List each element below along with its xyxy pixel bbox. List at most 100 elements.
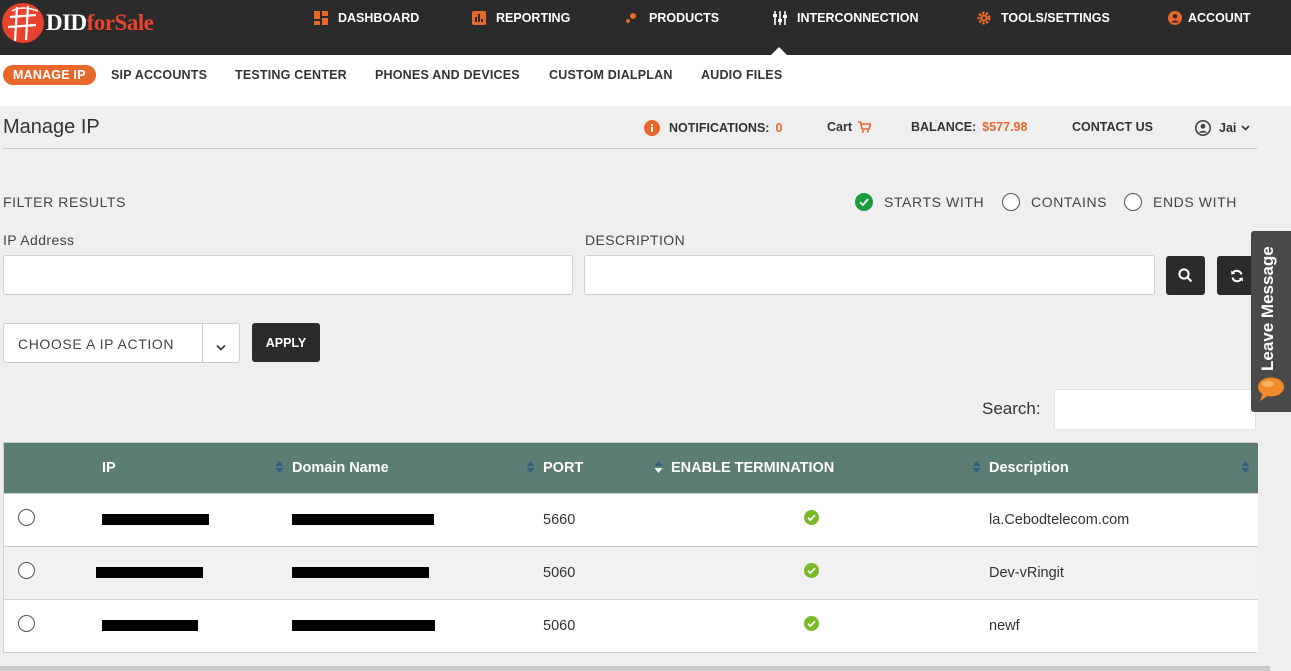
radio-ends-with[interactable]: ENDS WITH	[1124, 193, 1237, 211]
table-search-label: Search:	[982, 399, 1041, 418]
ip-address-label: IP Address	[3, 232, 75, 248]
nav-tools-settings-label: TOOLS/SETTINGS	[1001, 11, 1110, 25]
nav-tools-settings[interactable]: TOOLS/SETTINGS	[977, 10, 1110, 26]
description-input[interactable]	[584, 255, 1155, 295]
unchecked-radio-icon	[1002, 193, 1020, 211]
nav-account[interactable]: ACCOUNT	[1168, 10, 1251, 26]
nav-dashboard[interactable]: DASHBOARD	[314, 10, 419, 26]
domain-header-label: Domain Name	[292, 459, 389, 476]
radio-starts-with-label: STARTS WITH	[884, 194, 985, 210]
port-header-label: PORT	[543, 459, 584, 476]
description-cell: Dev-vRingit	[989, 564, 1064, 581]
nav-interconnection[interactable]: INTERCONNECTION	[773, 10, 919, 26]
row-select-radio[interactable]	[18, 615, 35, 633]
table-row: 5060 Dev-vRingit	[4, 546, 1258, 599]
redacted-ip[interactable]	[102, 513, 209, 525]
page-title: Manage IP	[3, 116, 100, 138]
port-cell: 5660	[543, 511, 576, 528]
radio-contains-label: CONTAINS	[1031, 194, 1108, 210]
row-select-radio[interactable]	[18, 562, 35, 579]
sort-icon	[275, 460, 284, 478]
subnav-testing-center[interactable]: TESTING CENTER	[235, 68, 347, 82]
sliders-icon	[773, 11, 787, 25]
chevron-down-icon	[1241, 125, 1250, 131]
subnav-sip-accounts[interactable]: SIP ACCOUNTS	[111, 68, 207, 82]
sort-icon	[526, 460, 535, 478]
leave-message-tab[interactable]: Leave Message	[1251, 231, 1291, 412]
redacted-ip[interactable]	[102, 619, 198, 631]
radio-contains[interactable]: CONTAINS	[1002, 193, 1107, 211]
description-cell: la.Cebodtelecom.com	[989, 511, 1130, 528]
description-label: DESCRIPTION	[585, 232, 686, 248]
redacted-domain	[292, 513, 434, 525]
nav-reporting[interactable]: REPORTING	[472, 10, 570, 26]
table-header-row: IP Domain Name PORT ENABLE TERMINATION D…	[4, 443, 1258, 493]
active-nav-indicator	[771, 47, 787, 55]
balance[interactable]: BALANCE: $577.98	[911, 120, 1027, 134]
brand-name: DIDforSale	[46, 10, 154, 36]
user-circle-icon	[1168, 11, 1182, 25]
balance-value: $577.98	[982, 120, 1028, 134]
brand-logo[interactable]: DIDforSale	[2, 3, 154, 43]
horizontal-scrollbar[interactable]	[0, 666, 1270, 671]
domain-column-header[interactable]: Domain Name	[292, 443, 543, 493]
radio-ends-with-label: ENDS WITH	[1153, 194, 1237, 210]
subnav-custom-dialplan[interactable]: CUSTOM DIALPLAN	[549, 68, 673, 82]
contact-us-link[interactable]: CONTACT US	[1072, 120, 1153, 134]
user-name: Jai	[1219, 121, 1237, 135]
sub-navbar: MANAGE IP SIP ACCOUNTS TESTING CENTER PH…	[0, 55, 1291, 106]
bar-chart-icon	[472, 11, 486, 25]
apply-button[interactable]: APPLY	[252, 323, 320, 362]
sort-icon	[654, 460, 663, 478]
ip-address-input[interactable]	[3, 255, 573, 295]
port-column-header[interactable]: PORT	[543, 443, 671, 493]
termination-column-header[interactable]: ENABLE TERMINATION	[671, 443, 989, 493]
cart-link[interactable]: Cart	[827, 120, 872, 134]
contact-us-label: CONTACT US	[1072, 120, 1154, 134]
table-row: 5660 la.Cebodtelecom.com	[4, 493, 1258, 546]
leave-message-label: Leave Message	[1258, 246, 1277, 371]
notifications-label: NOTIFICATIONS:	[669, 121, 770, 135]
ip-column-header[interactable]: IP	[102, 443, 292, 493]
filter-title: FILTER RESULTS	[3, 194, 127, 210]
nav-products[interactable]: PRODUCTS	[625, 10, 719, 26]
checked-radio-icon	[855, 193, 873, 211]
user-menu[interactable]: Jai	[1195, 120, 1250, 136]
ip-action-select[interactable]: CHOOSE A IP ACTION	[3, 323, 240, 363]
nav-account-label: ACCOUNT	[1188, 11, 1251, 25]
subnav-audio-files[interactable]: AUDIO FILES	[701, 68, 782, 82]
description-cell: newf	[989, 617, 1020, 634]
nav-dashboard-label: DASHBOARD	[338, 11, 420, 25]
products-icon	[625, 11, 639, 25]
redacted-domain	[292, 566, 429, 578]
brand-forsale: forSale	[86, 10, 154, 35]
chevron-down-icon	[216, 338, 226, 356]
description-header-label: Description	[989, 459, 1069, 476]
table-row: 5060 newf	[4, 599, 1258, 652]
select-divider	[202, 324, 203, 362]
termination-header-label: ENABLE TERMINATION	[671, 459, 835, 476]
table-search-input[interactable]	[1054, 389, 1256, 430]
nav-interconnection-label: INTERCONNECTION	[797, 11, 919, 25]
refresh-icon	[1230, 269, 1244, 283]
search-button[interactable]	[1166, 256, 1205, 295]
check-circle-icon	[804, 510, 819, 525]
info-icon	[644, 120, 660, 136]
port-cell: 5060	[543, 564, 576, 581]
subnav-manage-ip[interactable]: MANAGE IP	[3, 65, 96, 85]
description-column-header[interactable]: Description	[989, 443, 1258, 493]
notifications-count: 0	[775, 121, 783, 135]
ip-table: IP Domain Name PORT ENABLE TERMINATION D…	[3, 442, 1258, 653]
notifications[interactable]: NOTIFICATIONS: 0	[644, 120, 782, 136]
row-select-radio[interactable]	[18, 509, 35, 526]
nav-products-label: PRODUCTS	[649, 11, 720, 25]
brand-did: DID	[46, 10, 87, 35]
radio-starts-with[interactable]: STARTS WITH	[855, 193, 984, 211]
search-icon	[1178, 268, 1193, 283]
gear-icon	[977, 11, 991, 25]
redacted-ip[interactable]	[96, 566, 203, 578]
ip-header-label: IP	[102, 459, 116, 476]
subnav-phones-devices[interactable]: PHONES AND DEVICES	[375, 68, 520, 82]
user-icon	[1195, 120, 1211, 136]
header-divider	[3, 148, 1257, 149]
